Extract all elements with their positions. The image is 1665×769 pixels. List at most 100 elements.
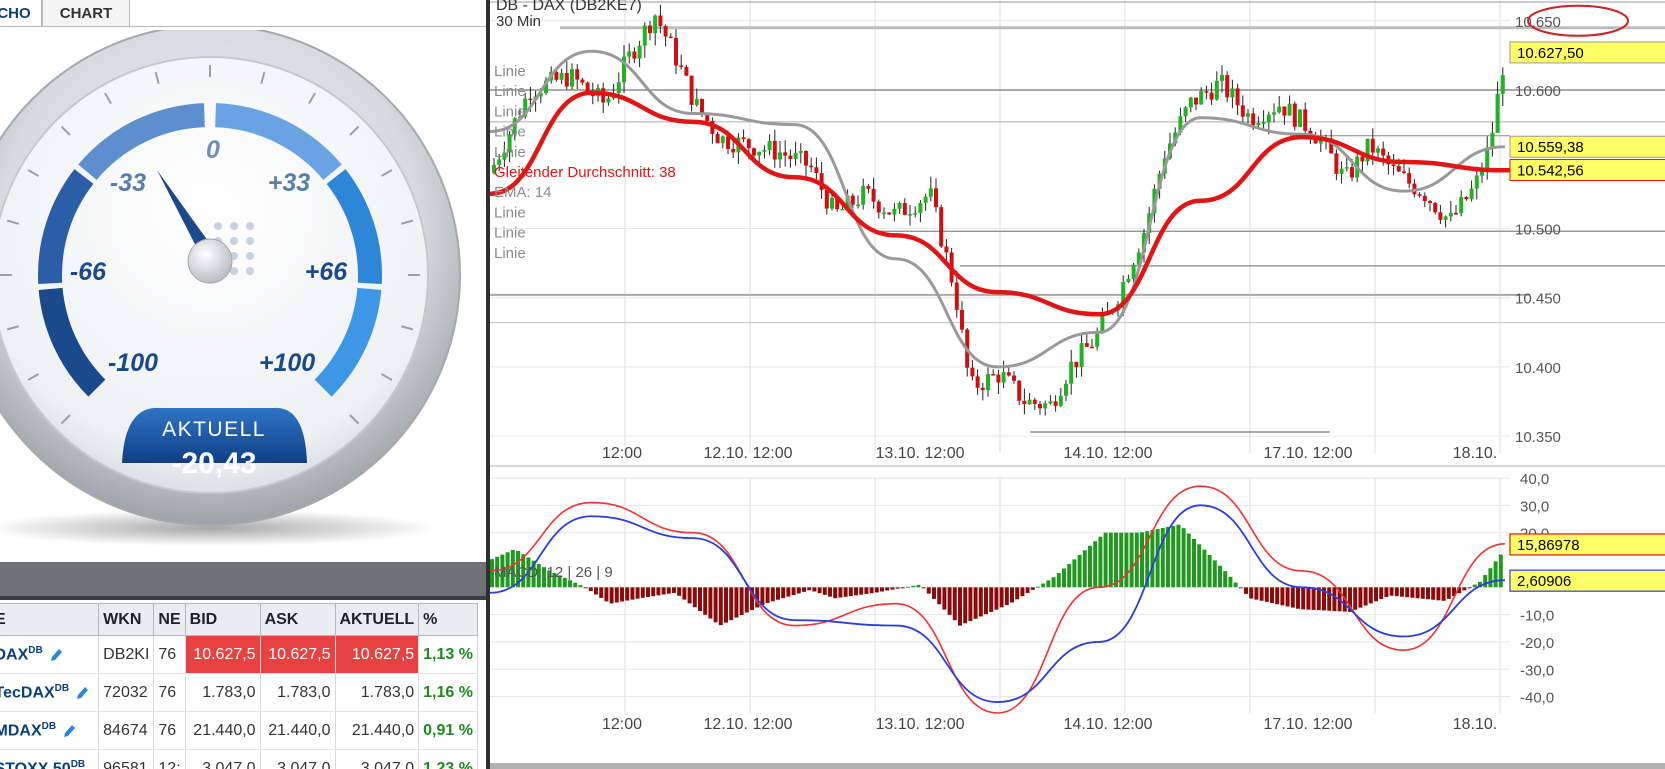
- candle-body: [648, 25, 652, 34]
- horizontal-scrollbar[interactable]: [490, 763, 1665, 769]
- histogram-bar: [838, 587, 843, 598]
- table-row[interactable]: STOXX 50DB 96581 12: 3.047,0 3.047,0 3.0…: [0, 749, 478, 769]
- histogram-bar: [796, 587, 801, 594]
- histogram-bar: [1415, 587, 1420, 599]
- candle-body: [1183, 107, 1188, 117]
- candle-body: [627, 51, 632, 57]
- x-tick-label: 12:00: [602, 716, 642, 733]
- instrument-name[interactable]: STOXX 50DB: [0, 749, 100, 769]
- col-name[interactable]: E: [0, 603, 100, 636]
- candle-body: [850, 195, 855, 205]
- histogram-bar: [1431, 587, 1436, 600]
- tab-tacho[interactable]: CHO: [0, 0, 42, 27]
- candle: [918, 200, 923, 223]
- instrument-name[interactable]: MDAXDB: [0, 711, 100, 750]
- candle-body: [694, 99, 699, 105]
- pencil-icon[interactable]: [62, 723, 76, 739]
- histogram-bar: [1129, 532, 1134, 588]
- col-wkn[interactable]: WKN: [98, 603, 155, 636]
- histogram-bar: [1301, 587, 1306, 610]
- ema-line: [490, 49, 1506, 369]
- table-row[interactable]: TecDAXDB 72032 76 1.783,0 1.783,0 1.783,…: [0, 673, 478, 712]
- col-bid[interactable]: BID: [184, 603, 261, 636]
- histogram-bar: [765, 587, 770, 603]
- col-pct[interactable]: %: [418, 603, 478, 636]
- candle-body: [970, 367, 975, 377]
- histogram-bar: [1051, 577, 1056, 588]
- candle: [1017, 380, 1022, 406]
- candle-body: [1277, 106, 1282, 113]
- candle-body: [804, 151, 808, 166]
- histogram-bar: [1394, 587, 1399, 597]
- histogram-bar: [739, 587, 744, 616]
- candle-body: [642, 25, 647, 46]
- col-aktuell[interactable]: AKTUELL: [334, 603, 420, 636]
- wkn-cell: DB2KI: [98, 635, 155, 674]
- gauge-label-m33: -33: [110, 169, 146, 197]
- histogram-bar: [1093, 541, 1098, 588]
- legend-item: Linie: [494, 124, 526, 141]
- candle-body: [1407, 172, 1412, 184]
- histogram-bar: [1041, 583, 1046, 588]
- candle-body: [902, 203, 907, 215]
- candle-body: [840, 208, 845, 211]
- candle-body: [1209, 92, 1214, 100]
- candle-body: [1376, 148, 1380, 153]
- histogram-bar: [1426, 587, 1430, 600]
- candle: [648, 21, 652, 41]
- candle: [674, 29, 678, 75]
- price-label-text: 10.559,38: [1517, 139, 1584, 156]
- histogram-bar: [1108, 532, 1113, 588]
- candle-body: [575, 69, 580, 80]
- candle: [897, 201, 902, 214]
- histogram-bar: [1192, 538, 1196, 588]
- candle-body: [679, 65, 684, 67]
- histogram-bar: [1067, 563, 1072, 588]
- histogram-bar: [1462, 587, 1467, 591]
- col-ne[interactable]: NE: [153, 603, 186, 636]
- candle-body: [809, 165, 814, 168]
- histogram-bar: [1467, 587, 1472, 589]
- candle-body: [1454, 212, 1458, 215]
- tab-chart[interactable]: CHART: [42, 0, 130, 27]
- gauge-label-0: 0: [206, 136, 220, 164]
- instrument-name[interactable]: TecDAXDB: [0, 673, 100, 712]
- histogram-bar: [1098, 536, 1103, 588]
- table-row[interactable]: DAXDB DB2KI 76 10.627,5 10.627,5 10.627,…: [0, 635, 478, 674]
- candle-body: [793, 153, 798, 159]
- histogram-bar: [1062, 568, 1066, 588]
- histogram-bar: [672, 587, 676, 593]
- histogram-bar: [958, 587, 962, 626]
- pencil-icon[interactable]: [49, 647, 63, 663]
- candle-body: [960, 309, 964, 330]
- candle-body: [1079, 343, 1084, 368]
- histogram-bar: [854, 587, 858, 596]
- charts-canvas[interactable]: DB - DAX (DB2KE7)30 Min Linie Linie Linie Li…: [490, 0, 1665, 769]
- candle-body: [1433, 202, 1438, 213]
- candle-body: [1292, 103, 1297, 127]
- candle: [804, 150, 808, 178]
- candle: [908, 204, 912, 226]
- candle: [627, 43, 632, 64]
- histogram-bar: [1493, 561, 1498, 588]
- candle: [1074, 361, 1079, 378]
- table-row[interactable]: MDAXDB 84674 76 21.440,0 21.440,0 21.440…: [0, 711, 478, 750]
- pct-cell: 1,13 %: [418, 635, 478, 674]
- candle: [1225, 71, 1230, 103]
- candle-body: [1022, 400, 1027, 405]
- wkn-cell: 72032: [98, 673, 155, 712]
- candle: [1043, 400, 1048, 416]
- pencil-icon[interactable]: [75, 685, 89, 701]
- histogram-bar: [594, 587, 598, 595]
- histogram-bar: [906, 586, 910, 588]
- candle-body: [1495, 93, 1500, 133]
- candle: [902, 198, 907, 216]
- histogram-bar: [1270, 587, 1274, 604]
- histogram-bar: [1020, 587, 1025, 597]
- col-ask[interactable]: ASK: [259, 603, 336, 636]
- x-tick-label: 13.10. 12:00: [876, 716, 965, 733]
- histogram-bar: [1025, 587, 1030, 594]
- candle-body: [824, 189, 829, 209]
- instrument-name[interactable]: DAXDB: [0, 635, 100, 674]
- chart-interval: 30 Min: [496, 13, 541, 30]
